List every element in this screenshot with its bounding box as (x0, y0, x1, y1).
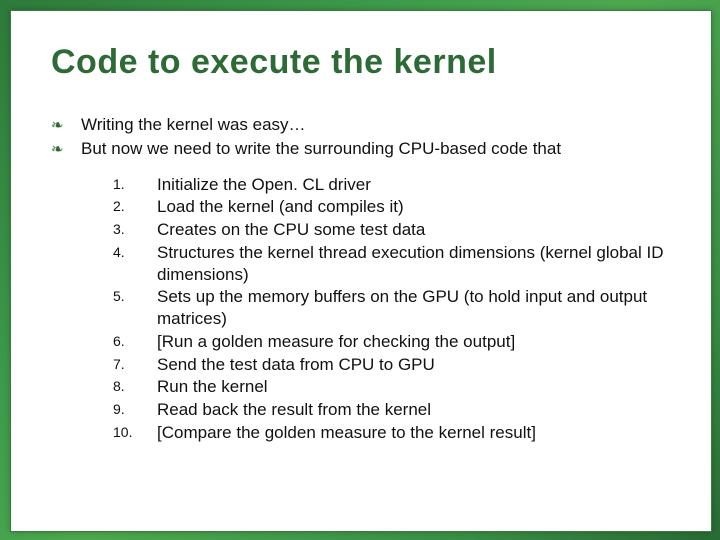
step-text: Run the kernel (157, 376, 671, 398)
step-number: 2. (113, 196, 157, 218)
slide-title: Code to execute the kernel (11, 11, 711, 94)
bullet-text: But now we need to write the surrounding… (81, 138, 671, 160)
leaf-icon: ❧ (51, 114, 81, 136)
list-item: 4.Structures the kernel thread execution… (113, 242, 671, 286)
step-number: 6. (113, 331, 157, 353)
step-text: Read back the result from the kernel (157, 399, 671, 421)
bullet-item: ❧ Writing the kernel was easy… (51, 114, 671, 136)
list-item: 6.[Run a golden measure for checking the… (113, 331, 671, 353)
list-item: 1.Initialize the Open. CL driver (113, 174, 671, 196)
list-item: 3.Creates on the CPU some test data (113, 219, 671, 241)
step-text: [Run a golden measure for checking the o… (157, 331, 671, 353)
step-number: 3. (113, 219, 157, 241)
step-text: Sets up the memory buffers on the GPU (t… (157, 286, 671, 330)
step-text: Initialize the Open. CL driver (157, 174, 671, 196)
step-number: 1. (113, 174, 157, 196)
step-number: 4. (113, 242, 157, 286)
step-number: 8. (113, 376, 157, 398)
step-text: Structures the kernel thread execution d… (157, 242, 671, 286)
bullet-text: Writing the kernel was easy… (81, 114, 671, 136)
step-text: Load the kernel (and compiles it) (157, 196, 671, 218)
step-text: Creates on the CPU some test data (157, 219, 671, 241)
list-item: 5.Sets up the memory buffers on the GPU … (113, 286, 671, 330)
step-number: 9. (113, 399, 157, 421)
step-number: 10. (113, 422, 157, 444)
step-number: 5. (113, 286, 157, 330)
list-item: 8.Run the kernel (113, 376, 671, 398)
slide-content: ❧ Writing the kernel was easy… ❧ But now… (11, 94, 711, 444)
numbered-list: 1.Initialize the Open. CL driver 2.Load … (51, 162, 671, 444)
list-item: 9.Read back the result from the kernel (113, 399, 671, 421)
slide: Code to execute the kernel ❧ Writing the… (10, 10, 712, 532)
step-number: 7. (113, 354, 157, 376)
bullet-item: ❧ But now we need to write the surroundi… (51, 138, 671, 160)
leaf-icon: ❧ (51, 138, 81, 160)
step-text: Send the test data from CPU to GPU (157, 354, 671, 376)
step-text: [Compare the golden measure to the kerne… (157, 422, 671, 444)
list-item: 2.Load the kernel (and compiles it) (113, 196, 671, 218)
list-item: 7.Send the test data from CPU to GPU (113, 354, 671, 376)
list-item: 10.[Compare the golden measure to the ke… (113, 422, 671, 444)
